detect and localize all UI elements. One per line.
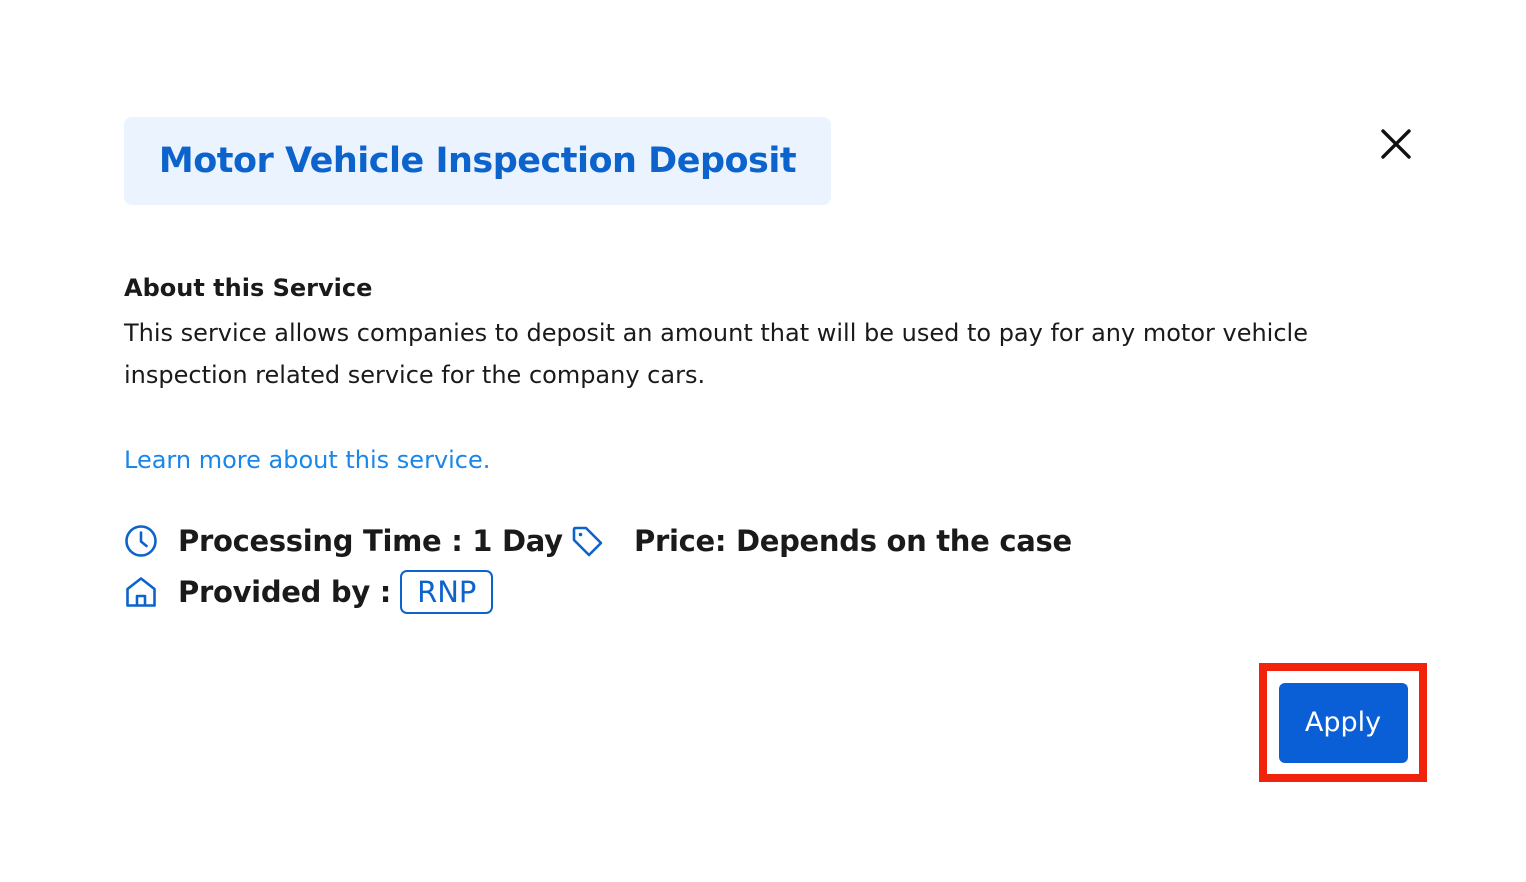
price: Price: Depends on the case [634, 524, 1072, 558]
price-row: Price: Depends on the case [570, 524, 1072, 558]
apply-button[interactable]: Apply [1278, 682, 1408, 763]
apply-highlight-frame: Apply [1259, 663, 1427, 782]
processing-time-row: Processing Time : 1 Day [124, 524, 563, 558]
about-heading: About this Service [124, 274, 373, 302]
about-description: This service allows companies to deposit… [124, 319, 1308, 389]
tag-icon [570, 524, 604, 558]
learn-more-link[interactable]: Learn more about this service. [124, 446, 490, 474]
service-title: Motor Vehicle Inspection Deposit [158, 141, 797, 181]
processing-time: Processing Time : 1 Day [178, 524, 563, 558]
close-icon [1381, 129, 1411, 159]
home-icon [124, 575, 158, 609]
provided-by-label: Provided by : [178, 575, 392, 609]
clock-icon [124, 524, 158, 558]
close-button[interactable] [1374, 122, 1418, 166]
provider-tag[interactable]: RNP [400, 570, 494, 614]
provided-by-row: Provided by : RNP [124, 570, 494, 614]
service-title-badge: Motor Vehicle Inspection Deposit [124, 117, 831, 205]
